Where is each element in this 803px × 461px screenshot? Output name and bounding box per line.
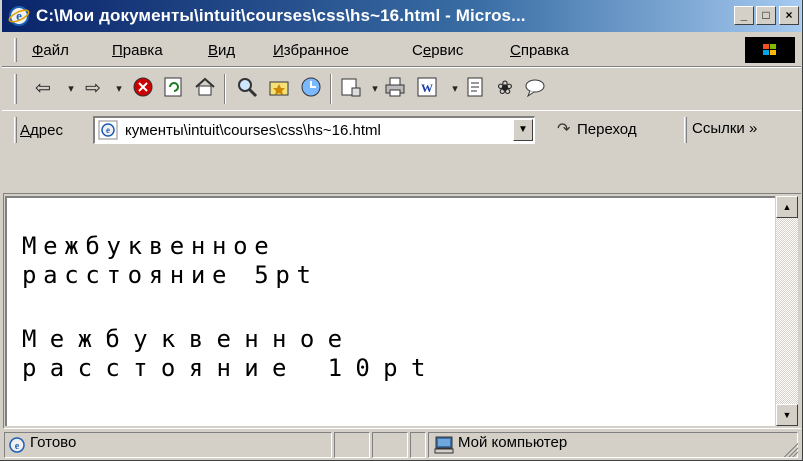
ie-app-icon: e xyxy=(8,6,30,26)
svg-text:e: e xyxy=(15,441,20,452)
address-url: кументы\intuit\courses\css\hs~16.html xyxy=(125,122,381,139)
menu-file[interactable]: Файл xyxy=(32,42,69,59)
minimize-button[interactable]: _ xyxy=(734,6,754,25)
messenger-icon[interactable]: ❀ xyxy=(492,76,518,102)
scroll-up-button[interactable]: ▲ xyxy=(776,196,798,218)
forward-dropdown-icon[interactable]: ▾ xyxy=(106,76,132,102)
paragraph-spacing-10pt: Межбуквенное расстояние 10pt xyxy=(22,325,439,382)
status-panel xyxy=(410,432,426,458)
page-icon: e xyxy=(98,120,118,140)
status-panel xyxy=(334,432,370,458)
svg-text:e: e xyxy=(106,125,110,135)
edit-icon[interactable]: W xyxy=(414,76,440,102)
address-bar: Адрес e кументы\intuit\courses\css\hs~16… xyxy=(2,110,801,149)
home-icon[interactable] xyxy=(192,76,218,102)
address-grip[interactable] xyxy=(14,117,17,143)
svg-text:W: W xyxy=(421,81,433,95)
status-page-icon: e xyxy=(9,437,25,453)
stop-icon[interactable] xyxy=(130,76,156,102)
menu-help[interactable]: Справка xyxy=(510,42,569,59)
status-text: Готово xyxy=(30,434,77,451)
resize-grip[interactable] xyxy=(784,443,798,457)
browser-window: e C:\Мои документы\intuit\courses\css\hs… xyxy=(0,0,803,461)
menu-edit[interactable]: Правка xyxy=(112,42,163,59)
page-content xyxy=(5,196,775,426)
address-input[interactable]: e кументы\intuit\courses\css\hs~16.html … xyxy=(93,116,535,144)
standard-toolbar: ⇦ ▾ ⇨ ▾ ▾ W ▾ ❀ xyxy=(2,67,801,111)
computer-icon xyxy=(434,436,454,454)
messenger2-icon[interactable] xyxy=(522,76,548,102)
go-arrow-icon: ↷ xyxy=(557,121,571,138)
status-zone-text: Мой компьютер xyxy=(458,434,568,451)
vertical-scrollbar[interactable]: ▲ ▼ xyxy=(776,196,798,426)
print-icon[interactable] xyxy=(382,76,408,102)
menu-grip[interactable] xyxy=(14,38,17,62)
mail-icon[interactable] xyxy=(338,76,364,102)
menu-favorites[interactable]: Избранное xyxy=(273,42,349,59)
status-panel xyxy=(372,432,408,458)
discuss-icon[interactable] xyxy=(462,76,488,102)
window-title: C:\Мои документы\intuit\courses\css\hs~1… xyxy=(36,6,526,25)
paragraph-spacing-5pt: Межбуквенное расстояние 5pt xyxy=(22,232,318,289)
links-grip[interactable] xyxy=(684,117,687,143)
maximize-button[interactable]: □ xyxy=(756,6,776,25)
search-icon[interactable] xyxy=(234,76,260,102)
close-button[interactable]: × xyxy=(779,6,799,25)
windows-flag-icon xyxy=(763,44,776,55)
title-bar[interactable]: e C:\Мои документы\intuit\courses\css\hs… xyxy=(2,0,801,32)
menu-tools[interactable]: Сервис xyxy=(412,42,463,59)
toolbar-grip[interactable] xyxy=(14,74,17,104)
scroll-down-button[interactable]: ▼ xyxy=(776,404,798,426)
menu-view[interactable]: Вид xyxy=(208,42,235,59)
links-button[interactable]: Ссылки » xyxy=(692,120,757,137)
forward-icon[interactable]: ⇨ xyxy=(80,76,106,102)
menu-bar: Файл Правка Вид Избранное Сервис Справка xyxy=(2,34,801,67)
status-bar: e Готово Мой компьютер xyxy=(2,429,801,460)
favorites-icon[interactable] xyxy=(266,76,292,102)
address-label: Адрес xyxy=(20,122,63,139)
toolbar-separator xyxy=(224,74,226,104)
toolbar-separator xyxy=(330,74,332,104)
go-button[interactable]: ↷ Переход xyxy=(557,119,637,139)
refresh-icon[interactable] xyxy=(160,76,186,102)
back-icon[interactable]: ⇦ xyxy=(30,76,56,102)
address-dropdown-button[interactable]: ▼ xyxy=(513,119,533,141)
history-icon[interactable] xyxy=(298,76,324,102)
windows-logo xyxy=(745,37,795,63)
